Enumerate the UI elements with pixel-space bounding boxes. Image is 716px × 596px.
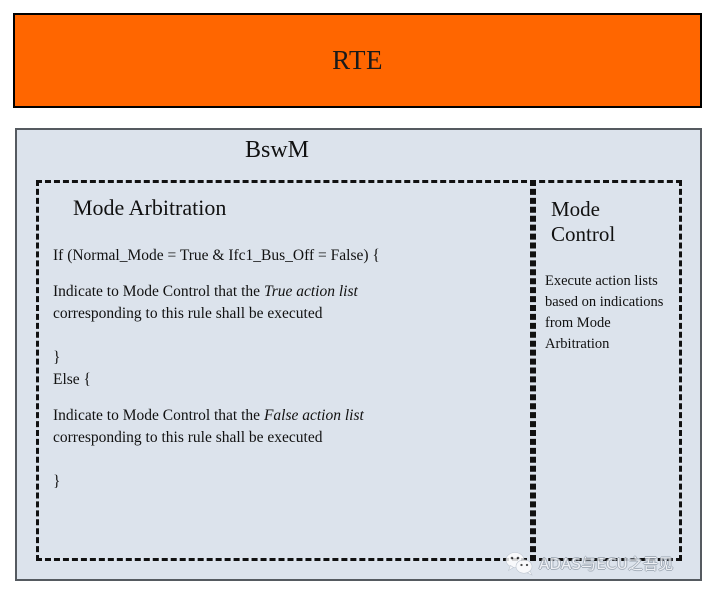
code-line-close-brace-2: }	[53, 473, 61, 490]
code-spacer	[53, 325, 523, 347]
watermark-text: ADAS与ECU之吾见	[539, 554, 674, 573]
code-spacer	[53, 391, 523, 405]
code-spacer	[53, 267, 523, 281]
code-line-close-brace-1: }	[53, 349, 61, 366]
code-line-if: If (Normal_Mode = True & Ifc1_Bus_Off = …	[53, 247, 380, 264]
watermark: ADAS与ECU之吾见	[504, 550, 673, 576]
wechat-icon	[505, 552, 533, 576]
mode-control-title-line-2: Control	[551, 221, 616, 246]
code-false-emphasis: False action list	[263, 407, 364, 424]
mode-control-title-line-1: Mode	[551, 197, 600, 221]
bswm-block: BswM Mode Arbitration If (Normal_Mode = …	[15, 128, 702, 581]
mode-arbitration-code: If (Normal_Mode = True & Ifc1_Bus_Off = …	[53, 245, 523, 493]
code-line-true-indicate: Indicate to Mode Control that the True a…	[53, 281, 523, 303]
code-true-prefix: Indicate to Mode Control that the	[53, 283, 264, 300]
rte-label: RTE	[332, 45, 383, 75]
code-line-false-continued: corresponding to this rule shall be exec…	[53, 429, 323, 446]
bswm-title: BswM	[244, 137, 310, 163]
code-line-true-continued: corresponding to this rule shall be exec…	[53, 305, 323, 322]
mode-control-title: Mode Control	[551, 197, 615, 247]
code-spacer	[53, 449, 523, 471]
code-false-prefix: Indicate to Mode Control that the	[53, 407, 264, 424]
code-line-else: Else {	[53, 371, 92, 388]
code-line-false-indicate: Indicate to Mode Control that the False …	[53, 405, 523, 427]
mode-control-box: Mode Control Execute action lists based …	[530, 180, 682, 561]
code-true-emphasis: True action list	[263, 283, 358, 300]
rte-block: RTE	[13, 13, 702, 108]
mode-arbitration-box: Mode Arbitration If (Normal_Mode = True …	[36, 180, 536, 561]
mode-control-description: Execute action lists based on indication…	[545, 273, 664, 353]
mode-arbitration-title: Mode Arbitration	[73, 195, 227, 220]
